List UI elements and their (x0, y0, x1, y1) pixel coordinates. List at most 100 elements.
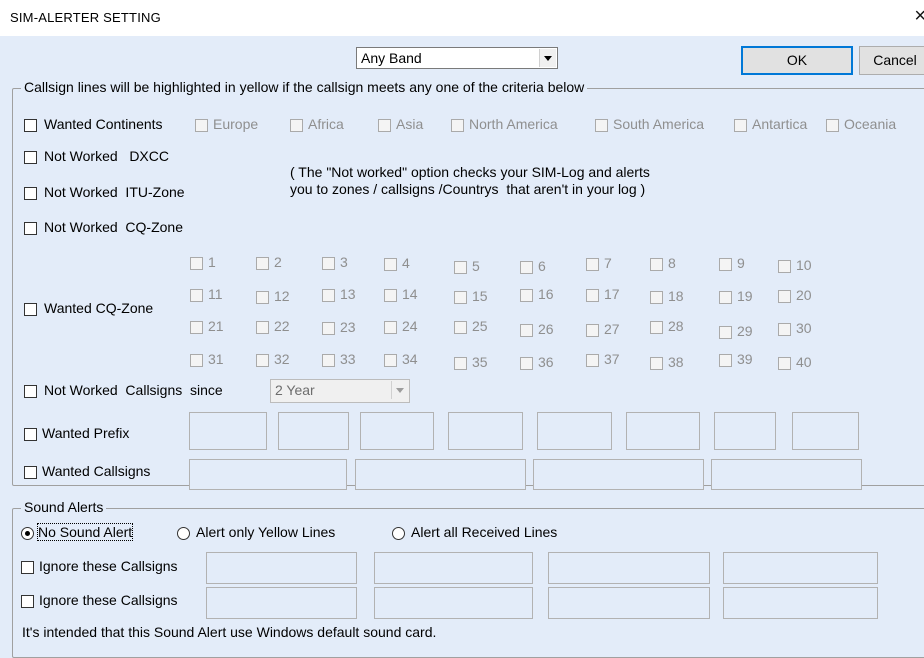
cq-zone-checkbox[interactable] (778, 357, 791, 370)
wanted-callsigns-checkbox[interactable] (24, 466, 37, 479)
cq-zone-checkbox[interactable] (384, 289, 397, 302)
ignore-callsign-field-1-2[interactable] (374, 552, 533, 584)
alert-yellow-lines-radio[interactable] (177, 527, 190, 540)
wanted-prefix-field-3[interactable] (360, 412, 434, 450)
wanted-callsign-field-1[interactable] (189, 459, 347, 490)
cq-zone-label: 25 (472, 318, 488, 334)
not-worked-cq-label: Not Worked CQ-Zone (44, 219, 184, 235)
cq-zone-checkbox[interactable] (322, 322, 335, 335)
not-worked-dxcc-checkbox[interactable] (24, 151, 37, 164)
cq-zone-checkbox[interactable] (454, 261, 467, 274)
close-icon[interactable]: × (914, 6, 924, 26)
no-sound-alert-radio[interactable] (21, 527, 34, 540)
cq-zone-label: 10 (796, 257, 812, 273)
continent-checkbox[interactable] (826, 119, 839, 132)
ignore-callsign-field-1-3[interactable] (548, 552, 710, 584)
ignore-callsign-field-2-1[interactable] (206, 587, 357, 619)
cq-zone-checkbox[interactable] (190, 289, 203, 302)
cq-zone-label: 38 (668, 354, 684, 370)
cq-zone-checkbox[interactable] (256, 257, 269, 270)
cq-zone-label: 39 (737, 351, 753, 367)
cq-zone-checkbox[interactable] (256, 291, 269, 304)
cq-zone-label: 16 (538, 286, 554, 302)
wanted-callsign-field-4[interactable] (711, 459, 862, 490)
cq-zone-checkbox[interactable] (586, 289, 599, 302)
continent-checkbox[interactable] (290, 119, 303, 132)
cq-zone-checkbox[interactable] (520, 324, 533, 337)
cq-zone-checkbox[interactable] (719, 258, 732, 271)
cq-zone-checkbox[interactable] (322, 354, 335, 367)
not-worked-cq-checkbox[interactable] (24, 222, 37, 235)
cq-zone-label: 11 (208, 286, 223, 302)
not-worked-callsigns-checkbox[interactable] (24, 385, 37, 398)
wanted-prefix-field-2[interactable] (278, 412, 349, 450)
cq-zone-checkbox[interactable] (384, 354, 397, 367)
ignore-callsigns-2-checkbox[interactable] (21, 595, 34, 608)
ignore-callsign-field-2-2[interactable] (374, 587, 533, 619)
continent-checkbox[interactable] (378, 119, 391, 132)
cq-zone-checkbox[interactable] (454, 357, 467, 370)
wanted-continents-checkbox[interactable] (24, 119, 37, 132)
cancel-button[interactable]: Cancel (859, 46, 924, 75)
wanted-callsign-field-3[interactable] (533, 459, 704, 490)
cq-zone-checkbox[interactable] (650, 321, 663, 334)
continent-checkbox[interactable] (595, 119, 608, 132)
cq-zone-checkbox[interactable] (650, 258, 663, 271)
cq-zone-checkbox[interactable] (190, 354, 203, 367)
cq-zone-checkbox[interactable] (778, 290, 791, 303)
continent-label: Europe (213, 116, 259, 132)
cq-zone-checkbox[interactable] (322, 289, 335, 302)
alert-all-lines-radio[interactable] (392, 527, 405, 540)
since-select[interactable]: 2 Year (270, 379, 410, 403)
wanted-prefix-field-5[interactable] (537, 412, 612, 450)
cq-zone-checkbox[interactable] (454, 291, 467, 304)
wanted-callsign-field-2[interactable] (355, 459, 526, 490)
cq-zone-checkbox[interactable] (586, 324, 599, 337)
ignore-callsign-field-2-3[interactable] (548, 587, 710, 619)
cq-zone-checkbox[interactable] (454, 321, 467, 334)
ignore-callsigns-1-checkbox[interactable] (21, 561, 34, 574)
continent-checkbox[interactable] (451, 119, 464, 132)
continent-checkbox[interactable] (195, 119, 208, 132)
ignore-callsign-field-1-4[interactable] (723, 552, 878, 584)
not-worked-itu-checkbox[interactable] (24, 187, 37, 200)
cq-zone-checkbox[interactable] (520, 261, 533, 274)
cq-zone-checkbox[interactable] (650, 357, 663, 370)
chevron-down-icon[interactable] (539, 49, 556, 67)
cq-zone-checkbox[interactable] (719, 291, 732, 304)
cq-zone-checkbox[interactable] (384, 321, 397, 334)
wanted-prefix-field-6[interactable] (626, 412, 700, 450)
cq-zone-checkbox[interactable] (719, 354, 732, 367)
cq-zone-checkbox[interactable] (322, 257, 335, 270)
ignore-callsign-field-2-4[interactable] (723, 587, 878, 619)
cq-zone-checkbox[interactable] (719, 326, 732, 339)
window-title: SIM-ALERTER SETTING (10, 10, 161, 25)
cq-zone-checkbox[interactable] (586, 354, 599, 367)
cq-zone-checkbox[interactable] (778, 323, 791, 336)
cq-zone-checkbox[interactable] (190, 321, 203, 334)
wanted-prefix-field-7[interactable] (714, 412, 776, 450)
cq-zone-checkbox[interactable] (190, 257, 203, 270)
wanted-prefix-field-1[interactable] (189, 412, 267, 450)
cq-zone-label: 18 (668, 288, 684, 304)
cq-zone-checkbox[interactable] (520, 289, 533, 302)
cq-zone-checkbox[interactable] (384, 258, 397, 271)
wanted-prefix-field-8[interactable] (792, 412, 859, 450)
cq-zone-checkbox[interactable] (256, 321, 269, 334)
cq-zone-checkbox[interactable] (778, 260, 791, 273)
cq-zone-checkbox[interactable] (586, 258, 599, 271)
cq-zone-checkbox[interactable] (520, 357, 533, 370)
wanted-prefix-field-4[interactable] (448, 412, 523, 450)
ok-button[interactable]: OK (741, 46, 853, 75)
chevron-down-icon[interactable] (391, 381, 408, 399)
cq-zone-checkbox[interactable] (650, 291, 663, 304)
wanted-continents-label: Wanted Continents (44, 116, 163, 132)
continent-checkbox[interactable] (734, 119, 747, 132)
wanted-prefix-checkbox[interactable] (24, 428, 37, 441)
cq-zone-checkbox[interactable] (256, 354, 269, 367)
not-worked-note-line-2: you to zones / callsigns /Countrys that … (290, 181, 646, 197)
wanted-cq-zone-checkbox[interactable] (24, 303, 37, 316)
ignore-callsign-field-1-1[interactable] (206, 552, 357, 584)
cq-zone-label: 35 (472, 354, 488, 370)
band-select[interactable]: Any Band (356, 47, 558, 69)
